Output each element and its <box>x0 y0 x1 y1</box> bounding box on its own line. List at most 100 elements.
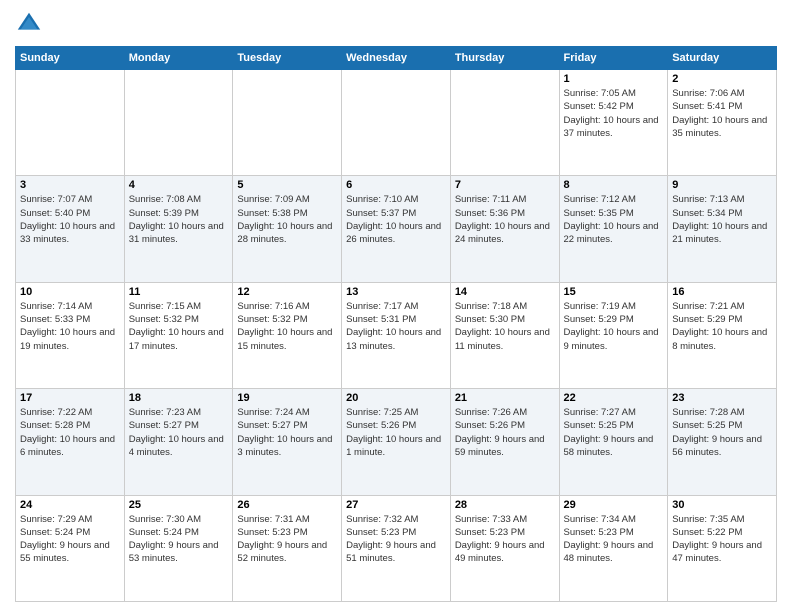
calendar-cell: 21 Sunrise: 7:26 AM Sunset: 5:26 PM Dayli… <box>450 389 559 495</box>
calendar-cell: 20 Sunrise: 7:25 AM Sunset: 5:26 PM Dayli… <box>342 389 451 495</box>
calendar-cell: 13 Sunrise: 7:17 AM Sunset: 5:31 PM Dayli… <box>342 282 451 388</box>
day-info: Sunrise: 7:28 AM Sunset: 5:25 PM Dayligh… <box>672 406 772 459</box>
calendar-cell: 17 Sunrise: 7:22 AM Sunset: 5:28 PM Dayli… <box>16 389 125 495</box>
day-info: Sunrise: 7:21 AM Sunset: 5:29 PM Dayligh… <box>672 300 772 353</box>
calendar-cell: 9 Sunrise: 7:13 AM Sunset: 5:34 PM Daylig… <box>668 176 777 282</box>
day-info: Sunrise: 7:06 AM Sunset: 5:41 PM Dayligh… <box>672 87 772 140</box>
calendar-cell: 23 Sunrise: 7:28 AM Sunset: 5:25 PM Dayli… <box>668 389 777 495</box>
calendar-cell: 7 Sunrise: 7:11 AM Sunset: 5:36 PM Daylig… <box>450 176 559 282</box>
calendar-cell: 8 Sunrise: 7:12 AM Sunset: 5:35 PM Daylig… <box>559 176 668 282</box>
day-info: Sunrise: 7:22 AM Sunset: 5:28 PM Dayligh… <box>20 406 120 459</box>
day-info: Sunrise: 7:23 AM Sunset: 5:27 PM Dayligh… <box>129 406 229 459</box>
day-info: Sunrise: 7:32 AM Sunset: 5:23 PM Dayligh… <box>346 513 446 566</box>
calendar-cell: 10 Sunrise: 7:14 AM Sunset: 5:33 PM Dayli… <box>16 282 125 388</box>
day-number: 2 <box>672 73 772 85</box>
calendar-cell: 18 Sunrise: 7:23 AM Sunset: 5:27 PM Dayli… <box>124 389 233 495</box>
day-number: 23 <box>672 392 772 404</box>
day-number: 25 <box>129 499 229 511</box>
day-info: Sunrise: 7:05 AM Sunset: 5:42 PM Dayligh… <box>564 87 664 140</box>
day-info: Sunrise: 7:08 AM Sunset: 5:39 PM Dayligh… <box>129 193 229 246</box>
day-info: Sunrise: 7:26 AM Sunset: 5:26 PM Dayligh… <box>455 406 555 459</box>
calendar-week-row: 17 Sunrise: 7:22 AM Sunset: 5:28 PM Dayli… <box>16 389 777 495</box>
day-number: 1 <box>564 73 664 85</box>
calendar-cell: 15Sunrise: 7:19 AM Sunset: 5:29 PM Dayli… <box>559 282 668 388</box>
calendar-cell: 5 Sunrise: 7:09 AM Sunset: 5:38 PM Daylig… <box>233 176 342 282</box>
logo-icon <box>15 10 43 38</box>
day-info: Sunrise: 7:07 AM Sunset: 5:40 PM Dayligh… <box>20 193 120 246</box>
day-info: Sunrise: 7:18 AM Sunset: 5:30 PM Dayligh… <box>455 300 555 353</box>
day-number: 5 <box>237 179 337 191</box>
calendar-table: SundayMondayTuesdayWednesdayThursdayFrid… <box>15 46 777 602</box>
day-number: 10 <box>20 286 120 298</box>
col-header-saturday: Saturday <box>668 47 777 70</box>
day-info: Sunrise: 7:29 AM Sunset: 5:24 PM Dayligh… <box>20 513 120 566</box>
col-header-monday: Monday <box>124 47 233 70</box>
day-info: Sunrise: 7:30 AM Sunset: 5:24 PM Dayligh… <box>129 513 229 566</box>
day-number: 14 <box>455 286 555 298</box>
day-number: 17 <box>20 392 120 404</box>
day-info: Sunrise: 7:12 AM Sunset: 5:35 PM Dayligh… <box>564 193 664 246</box>
day-info: Sunrise: 7:33 AM Sunset: 5:23 PM Dayligh… <box>455 513 555 566</box>
day-number: 13 <box>346 286 446 298</box>
day-number: 26 <box>237 499 337 511</box>
calendar-cell: 16 Sunrise: 7:21 AM Sunset: 5:29 PM Dayli… <box>668 282 777 388</box>
calendar-cell: 11Sunrise: 7:15 AM Sunset: 5:32 PM Dayli… <box>124 282 233 388</box>
calendar-cell: 24 Sunrise: 7:29 AM Sunset: 5:24 PM Dayli… <box>16 495 125 601</box>
calendar-cell <box>450 70 559 176</box>
day-number: 4 <box>129 179 229 191</box>
day-number: 11 <box>129 286 229 298</box>
col-header-wednesday: Wednesday <box>342 47 451 70</box>
calendar-week-row: 24 Sunrise: 7:29 AM Sunset: 5:24 PM Dayli… <box>16 495 777 601</box>
day-number: 9 <box>672 179 772 191</box>
calendar-cell: 26 Sunrise: 7:31 AM Sunset: 5:23 PM Dayli… <box>233 495 342 601</box>
day-info: Sunrise: 7:13 AM Sunset: 5:34 PM Dayligh… <box>672 193 772 246</box>
col-header-tuesday: Tuesday <box>233 47 342 70</box>
day-number: 3 <box>20 179 120 191</box>
calendar-cell: 28Sunrise: 7:33 AM Sunset: 5:23 PM Dayli… <box>450 495 559 601</box>
day-number: 16 <box>672 286 772 298</box>
day-number: 12 <box>237 286 337 298</box>
day-number: 22 <box>564 392 664 404</box>
calendar-cell: 19 Sunrise: 7:24 AM Sunset: 5:27 PM Dayli… <box>233 389 342 495</box>
day-info: Sunrise: 7:34 AM Sunset: 5:23 PM Dayligh… <box>564 513 664 566</box>
day-number: 19 <box>237 392 337 404</box>
day-info: Sunrise: 7:31 AM Sunset: 5:23 PM Dayligh… <box>237 513 337 566</box>
day-info: Sunrise: 7:09 AM Sunset: 5:38 PM Dayligh… <box>237 193 337 246</box>
col-header-sunday: Sunday <box>16 47 125 70</box>
day-number: 8 <box>564 179 664 191</box>
calendar-cell: 3 Sunrise: 7:07 AM Sunset: 5:40 PM Daylig… <box>16 176 125 282</box>
day-info: Sunrise: 7:35 AM Sunset: 5:22 PM Dayligh… <box>672 513 772 566</box>
page: SundayMondayTuesdayWednesdayThursdayFrid… <box>0 0 792 612</box>
calendar-cell: 2 Sunrise: 7:06 AM Sunset: 5:41 PM Daylig… <box>668 70 777 176</box>
col-header-thursday: Thursday <box>450 47 559 70</box>
day-number: 24 <box>20 499 120 511</box>
day-number: 6 <box>346 179 446 191</box>
day-number: 20 <box>346 392 446 404</box>
calendar-week-row: 3 Sunrise: 7:07 AM Sunset: 5:40 PM Daylig… <box>16 176 777 282</box>
day-number: 7 <box>455 179 555 191</box>
day-number: 27 <box>346 499 446 511</box>
day-info: Sunrise: 7:27 AM Sunset: 5:25 PM Dayligh… <box>564 406 664 459</box>
day-info: Sunrise: 7:17 AM Sunset: 5:31 PM Dayligh… <box>346 300 446 353</box>
day-info: Sunrise: 7:10 AM Sunset: 5:37 PM Dayligh… <box>346 193 446 246</box>
day-number: 29 <box>564 499 664 511</box>
day-info: Sunrise: 7:14 AM Sunset: 5:33 PM Dayligh… <box>20 300 120 353</box>
calendar-cell: 6 Sunrise: 7:10 AM Sunset: 5:37 PM Daylig… <box>342 176 451 282</box>
day-number: 21 <box>455 392 555 404</box>
day-number: 18 <box>129 392 229 404</box>
calendar-cell: 12Sunrise: 7:16 AM Sunset: 5:32 PM Dayli… <box>233 282 342 388</box>
calendar-week-row: 10 Sunrise: 7:14 AM Sunset: 5:33 PM Dayli… <box>16 282 777 388</box>
day-info: Sunrise: 7:25 AM Sunset: 5:26 PM Dayligh… <box>346 406 446 459</box>
calendar-cell: 25 Sunrise: 7:30 AM Sunset: 5:24 PM Dayli… <box>124 495 233 601</box>
calendar-cell: 4 Sunrise: 7:08 AM Sunset: 5:39 PM Daylig… <box>124 176 233 282</box>
calendar-cell <box>16 70 125 176</box>
calendar-cell: 27 Sunrise: 7:32 AM Sunset: 5:23 PM Dayli… <box>342 495 451 601</box>
calendar-cell <box>233 70 342 176</box>
calendar-cell <box>124 70 233 176</box>
calendar-cell: 30Sunrise: 7:35 AM Sunset: 5:22 PM Dayli… <box>668 495 777 601</box>
day-info: Sunrise: 7:24 AM Sunset: 5:27 PM Dayligh… <box>237 406 337 459</box>
day-info: Sunrise: 7:19 AM Sunset: 5:29 PM Dayligh… <box>564 300 664 353</box>
day-info: Sunrise: 7:11 AM Sunset: 5:36 PM Dayligh… <box>455 193 555 246</box>
calendar-cell: 22 Sunrise: 7:27 AM Sunset: 5:25 PM Dayli… <box>559 389 668 495</box>
logo <box>15 10 47 38</box>
